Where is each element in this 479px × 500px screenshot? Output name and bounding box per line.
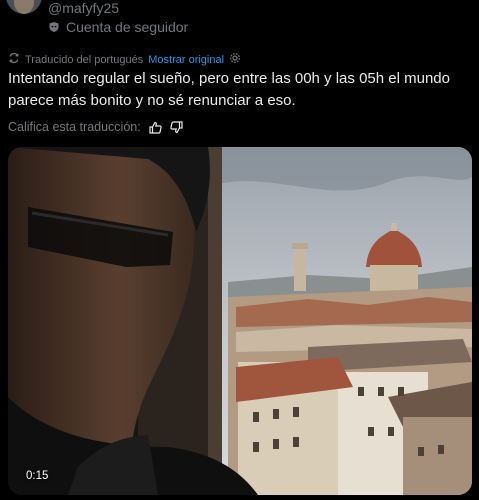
tweet-text: Intentando regular el sueño, pero entre …: [8, 70, 450, 109]
video-timestamp: 0:15: [26, 470, 49, 482]
avatar-face: [14, 0, 34, 14]
thumbs-down-icon[interactable]: [170, 120, 183, 134]
video-thumbnail: [8, 147, 472, 495]
thumbs-up-icon[interactable]: [149, 121, 162, 134]
author-handle[interactable]: @mafyfy25: [48, 0, 119, 16]
follower-badge-label: Cuenta de seguidor: [66, 19, 189, 35]
translate-icon: [8, 52, 20, 67]
rate-translation: Califica esta traducción:: [8, 120, 183, 134]
rate-translation-label: Califica esta traducción:: [8, 120, 141, 134]
gear-icon[interactable]: [229, 52, 241, 67]
translation-note-label: Traducido del portugués: [25, 53, 144, 66]
show-original-link[interactable]: Mostrar original: [148, 54, 224, 66]
follower-shield-icon: [48, 21, 60, 33]
video-player[interactable]: 0:15: [8, 147, 472, 495]
follower-badge: Cuenta de seguidor: [48, 19, 188, 35]
translation-note: Traducido del portugués Mostrar original: [8, 52, 241, 67]
author-avatar[interactable]: [6, 0, 42, 14]
